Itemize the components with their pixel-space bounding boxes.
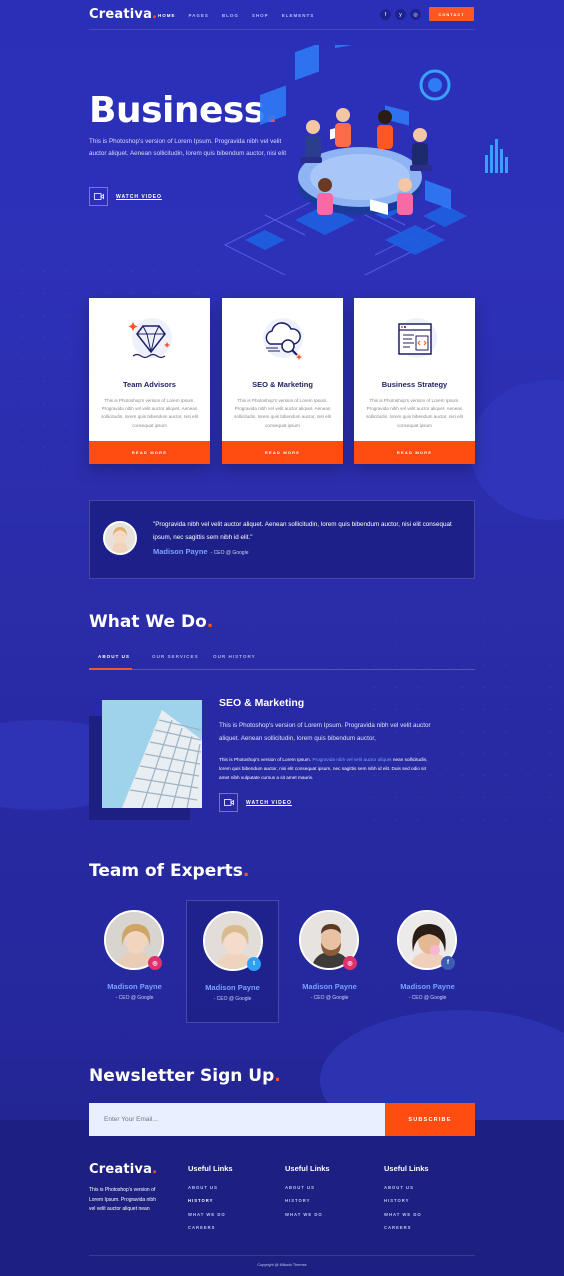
background-blob: [470, 380, 564, 520]
footer: [0, 1120, 564, 1276]
read-more-button[interactable]: READ MORE: [89, 441, 210, 464]
what-we-do-text: This is Photoshop's version of Lorem Ips…: [219, 722, 431, 742]
video-camera-icon: [219, 793, 238, 812]
service-text: This is Photoshop's version of Lorem Ips…: [101, 398, 198, 428]
footer-link[interactable]: ABOUT US: [384, 1185, 429, 1190]
member-role: - CEO @ Google: [115, 995, 154, 1001]
footer-about: This is Photoshop's version of Lorem Ips…: [89, 1187, 156, 1212]
newsletter-title: Newsletter Sign Up.: [89, 1066, 281, 1086]
page: Creativa. HOME PAGES BLOG SHOP ELEMENTS …: [0, 0, 564, 1276]
footer-link[interactable]: WHAT WE DO: [285, 1212, 330, 1217]
nav-pages[interactable]: PAGES: [189, 13, 209, 18]
section-watch-video[interactable]: WATCH VIDEO: [219, 793, 292, 812]
tab-about-us[interactable]: ABOUT US: [98, 654, 130, 659]
footer-link[interactable]: WHAT WE DO: [384, 1212, 429, 1217]
watch-video-label: WATCH VIDEO: [246, 799, 292, 806]
diamond-icon: [128, 318, 172, 359]
building-photo: [102, 700, 202, 808]
member-name: Madison Payne: [400, 982, 455, 991]
footer-column: Useful Links ABOUT US HISTORY WHAT WE DO: [285, 1164, 330, 1225]
testimonial-avatar: [103, 521, 137, 555]
service-card: Business Strategy This is Photoshop's ve…: [354, 298, 475, 464]
footer-divider: [89, 1255, 475, 1256]
team-member-card[interactable]: ◎ Madison Payne - CEO @ Google: [283, 900, 376, 1023]
watch-video-label: WATCH VIDEO: [116, 193, 162, 200]
team-member-card[interactable]: t Madison Payne - CEO @ Google: [186, 900, 279, 1023]
what-we-do-detail: This is Photoshop's version of Lorem Ips…: [219, 757, 428, 780]
what-we-do-title: What We Do.: [89, 612, 214, 632]
footer-link[interactable]: HISTORY: [285, 1198, 330, 1203]
footer-link[interactable]: WHAT WE DO: [188, 1212, 233, 1217]
footer-link[interactable]: CAREERS: [384, 1225, 429, 1230]
grid-decoration: [330, 600, 564, 830]
code-browser-icon: [397, 318, 437, 358]
testimonial-box: "Progravida nibh vel velit auctor alique…: [89, 500, 475, 579]
member-name: Madison Payne: [302, 982, 357, 991]
service-card: Team Advisors This is Photoshop's versio…: [89, 298, 210, 464]
read-more-button[interactable]: READ MORE: [222, 441, 343, 464]
header-divider: [89, 29, 475, 30]
service-card: SEO & Marketing This is Photoshop's vers…: [222, 298, 343, 464]
nav-elements[interactable]: ELEMENTS: [282, 13, 315, 18]
active-tab-indicator: [89, 668, 132, 670]
twitter-icon[interactable]: y: [395, 9, 406, 20]
footer-column-title: Useful Links: [384, 1164, 429, 1173]
tab-our-history[interactable]: OUR HISTORY: [213, 654, 256, 659]
service-title: SEO & Marketing: [252, 380, 313, 389]
service-text: This is Photoshop's version of Lorem Ips…: [366, 398, 463, 428]
site-logo[interactable]: Creativa.: [89, 7, 157, 22]
team-member-card[interactable]: ◎ Madison Payne - CEO @ Google: [88, 900, 181, 1023]
footer-link[interactable]: ABOUT US: [285, 1185, 330, 1190]
service-title: Business Strategy: [381, 380, 448, 389]
member-role: - CEO @ Google: [408, 995, 447, 1001]
service-text: This is Photoshop's version of Lorem Ips…: [234, 398, 331, 428]
hero-illustration: [223, 45, 508, 275]
footer-column: Useful Links ABOUT US HISTORY WHAT WE DO…: [188, 1164, 233, 1238]
twitter-icon[interactable]: t: [247, 957, 261, 971]
footer-column-title: Useful Links: [188, 1164, 233, 1173]
facebook-icon[interactable]: f: [441, 956, 455, 970]
testimonial-quote: "Progravida nibh vel velit auctor alique…: [153, 521, 452, 541]
video-camera-icon: [89, 187, 108, 206]
team-title: Team of Experts.: [89, 861, 250, 881]
read-more-button[interactable]: READ MORE: [354, 441, 475, 464]
tab-our-services[interactable]: OUR SERVICES: [152, 654, 199, 659]
instagram-icon[interactable]: ◎: [148, 956, 162, 970]
subscribe-button[interactable]: SUBSCRIBE: [385, 1103, 475, 1136]
member-name: Madison Payne: [205, 983, 260, 992]
facebook-icon[interactable]: f: [380, 9, 391, 20]
nav-home[interactable]: HOME: [158, 13, 176, 18]
member-role: - CEO @ Google: [310, 995, 349, 1001]
what-we-do-tabs: ABOUT US OUR SERVICES OUR HISTORY: [89, 652, 475, 670]
member-role: - CEO @ Google: [213, 996, 252, 1002]
footer-link[interactable]: HISTORY: [384, 1198, 429, 1203]
footer-link[interactable]: CAREERS: [188, 1225, 233, 1230]
footer-link[interactable]: ABOUT US: [188, 1185, 233, 1190]
cloud-search-icon: [263, 318, 303, 360]
contact-button[interactable]: CONTACT: [429, 7, 474, 21]
email-input[interactable]: [89, 1103, 385, 1136]
footer-link[interactable]: HISTORY: [188, 1198, 233, 1203]
nav-blog[interactable]: BLOG: [222, 13, 239, 18]
nav-shop[interactable]: SHOP: [252, 13, 269, 18]
footer-column-title: Useful Links: [285, 1164, 330, 1173]
instagram-icon[interactable]: ◎: [410, 9, 421, 20]
instagram-icon[interactable]: ◎: [343, 956, 357, 970]
testimonial-author: Madison Payne - CEO @ Google: [153, 547, 249, 556]
member-name: Madison Payne: [107, 982, 162, 991]
footer-column: Useful Links ABOUT US HISTORY WHAT WE DO…: [384, 1164, 429, 1238]
footer-logo[interactable]: Creativa.: [89, 1162, 157, 1177]
team-member-card[interactable]: f Madison Payne - CEO @ Google: [381, 900, 474, 1023]
service-title: Team Advisors: [123, 380, 176, 389]
copyright: Copyright @ Mikado Themes: [257, 1263, 307, 1267]
highlight-link[interactable]: Progravida nibh vel velit auctor aliquet: [312, 757, 391, 762]
main-nav: HOME PAGES BLOG SHOP ELEMENTS: [158, 13, 314, 18]
what-we-do-heading: SEO & Marketing: [219, 697, 305, 709]
hero-watch-video[interactable]: WATCH VIDEO: [89, 187, 162, 206]
